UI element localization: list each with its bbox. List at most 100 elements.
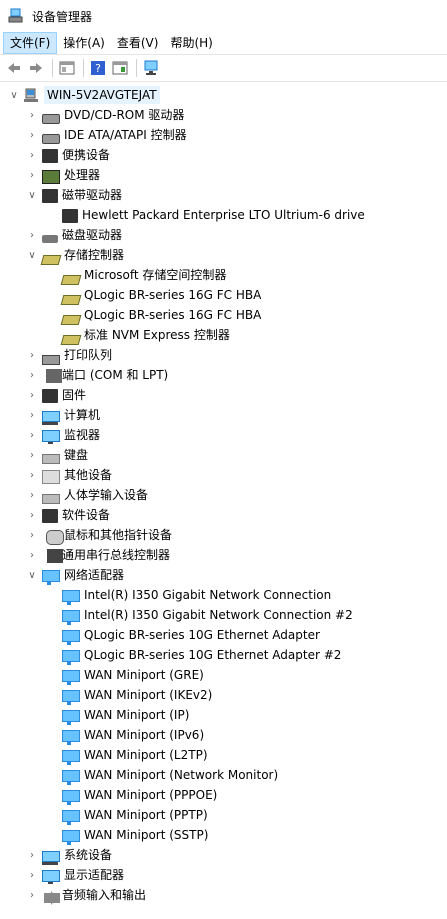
hid-icon [42, 494, 60, 504]
tree-device[interactable]: WAN Miniport (Network Monitor) [0, 765, 447, 785]
tree-device[interactable]: Intel(R) I350 Gigabit Network Connection [0, 585, 447, 605]
storage-controller-icon [60, 335, 82, 345]
tree-category[interactable]: › 固件 [0, 385, 447, 405]
tree-device[interactable]: QLogic BR-series 16G FC HBA [0, 305, 447, 325]
chevron-down-icon[interactable]: ∨ [26, 185, 38, 205]
scan-hardware-icon[interactable] [141, 58, 161, 78]
tree-device[interactable]: WAN Miniport (IKEv2) [0, 685, 447, 705]
tree-device[interactable]: WAN Miniport (PPTP) [0, 805, 447, 825]
tree-device[interactable]: QLogic BR-series 16G FC HBA [0, 285, 447, 305]
chevron-right-icon[interactable]: › [26, 485, 38, 505]
network-adapter-icon [62, 710, 80, 725]
network-adapter-icon [62, 630, 80, 645]
chevron-right-icon[interactable]: › [26, 465, 38, 485]
chevron-right-icon[interactable]: › [26, 165, 38, 185]
tree-item-label: Microsoft 存储空间控制器 [84, 268, 227, 282]
tree-category[interactable]: › 端口 (COM 和 LPT) [0, 365, 447, 385]
properties-icon[interactable] [57, 58, 77, 78]
tree-category[interactable]: › 便携设备 [0, 145, 447, 165]
tree-category[interactable]: › 通用串行总线控制器 [0, 545, 447, 565]
tree-category[interactable]: › 计算机 [0, 405, 447, 425]
tree-item-label: QLogic BR-series 10G Ethernet Adapter #2 [84, 648, 342, 662]
tree-category[interactable]: › 处理器 [0, 165, 447, 185]
menu-help[interactable]: 帮助(H) [164, 32, 218, 54]
tree-item-label: 软件设备 [62, 508, 111, 522]
chevron-down-icon[interactable]: ∨ [26, 245, 38, 265]
tree-category[interactable]: › 打印队列 [0, 345, 447, 365]
chevron-down-icon[interactable]: ∨ [26, 565, 38, 585]
tree-category[interactable]: › 其他设备 [0, 465, 447, 485]
tree-device[interactable]: QLogic BR-series 10G Ethernet Adapter [0, 625, 447, 645]
tree-category[interactable]: › 显示适配器 [0, 865, 447, 885]
tree-device[interactable]: WAN Miniport (PPPOE) [0, 785, 447, 805]
tree-category[interactable]: › 音频输入和输出 [0, 885, 447, 905]
tree-device[interactable]: WAN Miniport (GRE) [0, 665, 447, 685]
network-adapter-icon [62, 670, 80, 685]
chevron-right-icon[interactable]: › [26, 845, 38, 865]
tree-root[interactable]: ∨ WIN-5V2AVGTEJAT [0, 85, 447, 105]
menu-view[interactable]: 查看(V) [111, 32, 165, 54]
update-driver-icon[interactable] [110, 58, 130, 78]
chevron-right-icon[interactable]: › [26, 125, 38, 145]
tree-item-label: WAN Miniport (SSTP) [84, 828, 209, 842]
tree-device[interactable]: WAN Miniport (L2TP) [0, 745, 447, 765]
tree-item-label: 通用串行总线控制器 [62, 548, 171, 562]
tree-category[interactable]: › 磁盘驱动器 [0, 225, 447, 245]
tree-item-label: 其他设备 [64, 468, 113, 482]
tree-category[interactable]: › 监视器 [0, 425, 447, 445]
tree-device[interactable]: WAN Miniport (SSTP) [0, 825, 447, 845]
chevron-right-icon[interactable]: › [26, 365, 38, 385]
chevron-down-icon[interactable]: ∨ [8, 85, 20, 105]
chevron-right-icon[interactable]: › [26, 385, 38, 405]
tree-item-label: WAN Miniport (IP) [84, 708, 190, 722]
back-arrow-icon[interactable] [4, 58, 24, 78]
tree-item-label: 系统设备 [64, 848, 113, 862]
tree-item-label: 键盘 [64, 448, 89, 462]
chevron-right-icon[interactable]: › [26, 225, 38, 245]
tree-item-label: 便携设备 [62, 148, 111, 162]
display-adapter-icon [42, 870, 60, 884]
tree-device[interactable]: Intel(R) I350 Gigabit Network Connection… [0, 605, 447, 625]
chevron-right-icon[interactable]: › [26, 345, 38, 365]
tree-category[interactable]: ∨ 存储控制器 [0, 245, 447, 265]
chevron-right-icon[interactable]: › [26, 525, 38, 545]
tape-drive-icon [62, 209, 78, 223]
chevron-right-icon[interactable]: › [26, 885, 38, 905]
printer-icon [42, 355, 60, 365]
tree-item-label: WAN Miniport (PPPOE) [84, 788, 218, 802]
tree-category[interactable]: › 键盘 [0, 445, 447, 465]
menu-file[interactable]: 文件(F) [3, 32, 58, 54]
tree-category[interactable]: › 软件设备 [0, 505, 447, 525]
chevron-right-icon[interactable]: › [26, 105, 38, 125]
tree-item-label: 人体学输入设备 [64, 488, 149, 502]
tree-item-label: WAN Miniport (L2TP) [84, 748, 208, 762]
chevron-right-icon[interactable]: › [26, 545, 38, 565]
tree-item-label: 标准 NVM Express 控制器 [84, 328, 230, 342]
chevron-right-icon[interactable]: › [26, 865, 38, 885]
tree-device[interactable]: QLogic BR-series 10G Ethernet Adapter #2 [0, 645, 447, 665]
tree-device[interactable]: WAN Miniport (IP) [0, 705, 447, 725]
chevron-right-icon[interactable]: › [26, 145, 38, 165]
chevron-right-icon[interactable]: › [26, 445, 38, 465]
tree-category[interactable]: ∨ 网络适配器 [0, 565, 447, 585]
tree-device[interactable]: Hewlett Packard Enterprise LTO Ultrium-6… [0, 205, 447, 225]
tree-device[interactable]: 标准 NVM Express 控制器 [0, 325, 447, 345]
tree-device[interactable]: Microsoft 存储空间控制器 [0, 265, 447, 285]
chevron-right-icon[interactable]: › [26, 405, 38, 425]
chevron-right-icon[interactable]: › [26, 425, 38, 445]
forward-arrow-icon[interactable] [26, 58, 46, 78]
ide-controller-icon [42, 134, 60, 144]
toolbar-separator [136, 59, 137, 77]
tree-item-label: QLogic BR-series 16G FC HBA [84, 308, 262, 322]
tree-category[interactable]: › 系统设备 [0, 845, 447, 865]
help-icon[interactable]: ? [88, 58, 108, 78]
chevron-right-icon[interactable]: › [26, 505, 38, 525]
tree-category[interactable]: › IDE ATA/ATAPI 控制器 [0, 125, 447, 145]
storage-controller-icon [60, 315, 82, 325]
tree-category[interactable]: ∨ 磁带驱动器 [0, 185, 447, 205]
tree-category[interactable]: › 人体学输入设备 [0, 485, 447, 505]
tree-category[interactable]: › 鼠标和其他指针设备 [0, 525, 447, 545]
menu-action[interactable]: 操作(A) [57, 32, 111, 54]
tree-category[interactable]: › DVD/CD-ROM 驱动器 [0, 105, 447, 125]
tree-device[interactable]: WAN Miniport (IPv6) [0, 725, 447, 745]
